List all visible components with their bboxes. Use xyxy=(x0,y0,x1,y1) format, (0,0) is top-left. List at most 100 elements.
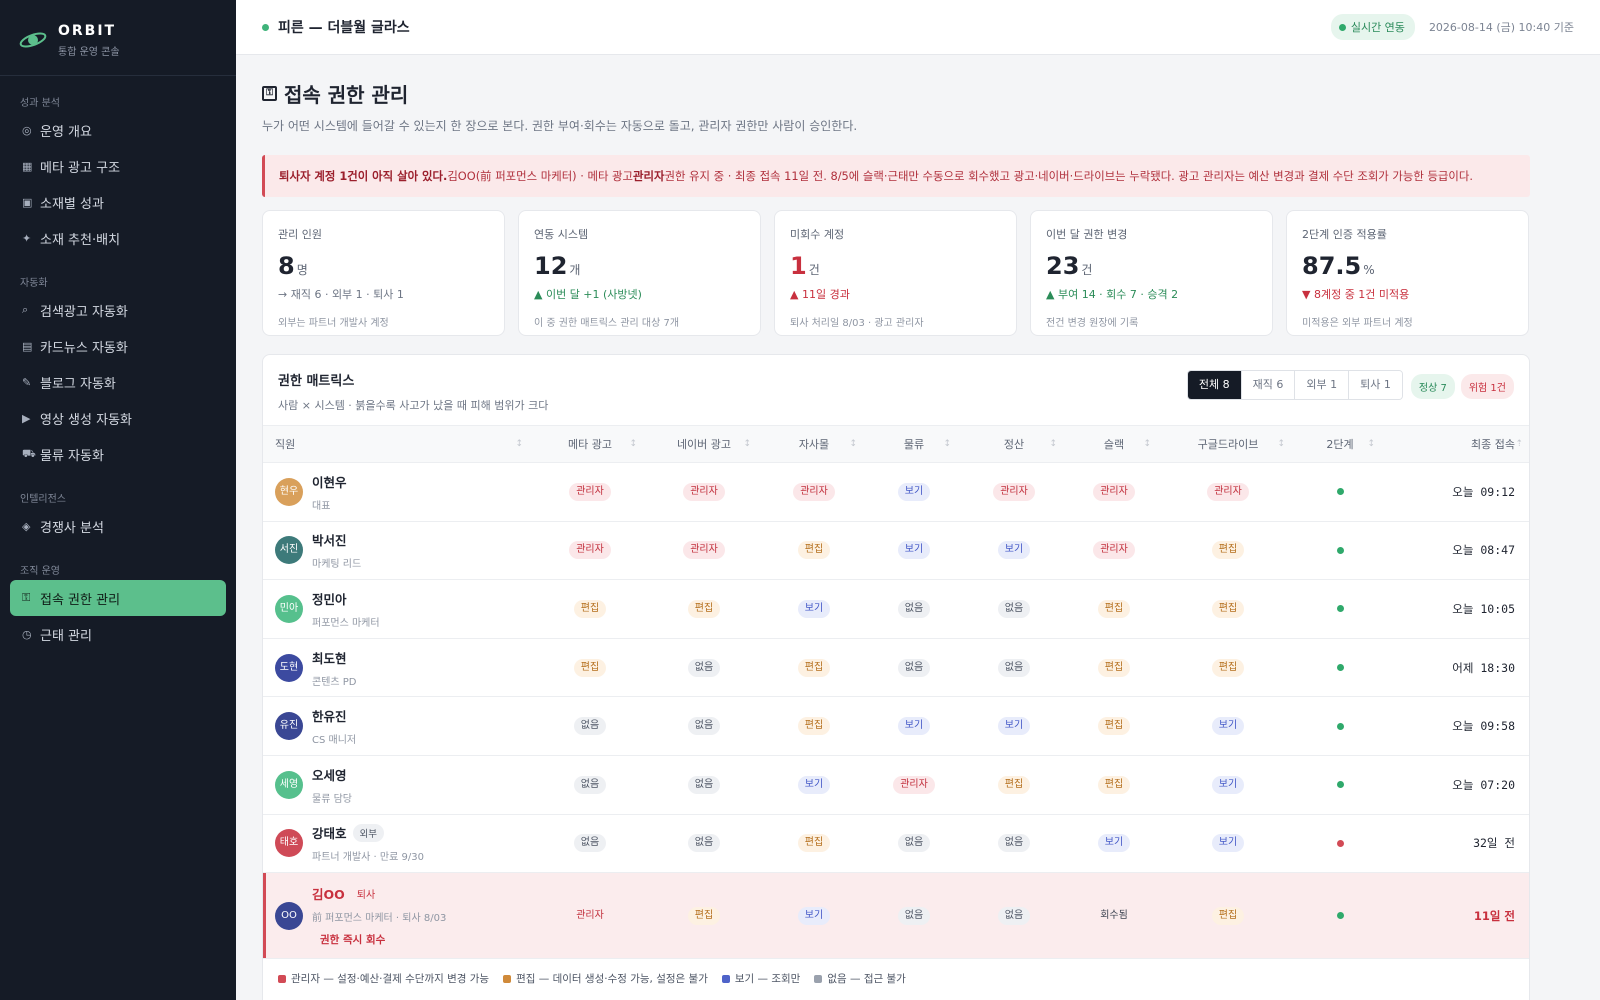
filter-tab[interactable]: 외부 1 xyxy=(1295,371,1350,399)
column-header[interactable]: 정산 ↕ xyxy=(961,426,1067,463)
sidebar-item-1-2[interactable]: ✎ 블로그 자동화 xyxy=(10,364,226,400)
permission-badge[interactable]: 없음 xyxy=(997,599,1031,618)
permission-badge[interactable]: 편집 xyxy=(573,658,607,677)
permission-badge[interactable]: 관리자 xyxy=(993,482,1035,501)
permission-badge[interactable]: 보기 xyxy=(1097,834,1131,853)
permission-badge[interactable]: 관리자 xyxy=(683,541,725,560)
permission-badge[interactable]: 없음 xyxy=(573,834,607,853)
kpi-value: 1건 xyxy=(790,252,1001,280)
permission-badge[interactable]: 편집 xyxy=(797,717,831,736)
sidebar-item-0-2[interactable]: ▣ 소재별 성과 xyxy=(10,184,226,220)
permission-badge[interactable]: 편집 xyxy=(687,599,721,618)
table-row[interactable]: 유진 한유진 CS 매니저 없음 없음 편집 보기 보기 편집 보기 오늘 09:58 xyxy=(263,697,1529,756)
employee-cell: 서진 박서진 마케팅 리드 xyxy=(263,521,533,580)
filter-tab[interactable]: 전체 8 xyxy=(1187,371,1242,399)
sidebar-item-0-3[interactable]: ✦ 소재 추천·배치 xyxy=(10,220,226,256)
permission-badge[interactable]: 편집 xyxy=(1097,717,1131,736)
sidebar-item-0-1[interactable]: ▦ 메타 광고 구조 xyxy=(10,148,226,184)
permission-badge[interactable]: 보기 xyxy=(897,717,931,736)
column-header[interactable]: 2단계 ↕ xyxy=(1295,426,1385,463)
column-header[interactable]: 슬랙 ↕ xyxy=(1067,426,1161,463)
permission-badge[interactable]: 편집 xyxy=(797,834,831,853)
sidebar-item-1-3[interactable]: ▶ 영상 생성 자동화 xyxy=(10,400,226,436)
sidebar-item-1-0[interactable]: ⌕ 검색광고 자동화 xyxy=(10,292,226,328)
permission-badge[interactable]: 편집 xyxy=(1097,775,1131,794)
sidebar-item-3-0[interactable]: ⚿ 접속 권한 관리 xyxy=(10,580,226,616)
permission-badge[interactable]: 관리자 xyxy=(893,775,935,794)
permission-badge[interactable]: 편집 xyxy=(1097,658,1131,677)
kpi-value: 23 건 xyxy=(1046,252,1257,280)
column-header[interactable]: 물류 ↕ xyxy=(867,426,961,463)
column-header[interactable]: 구글드라이브 ↕ xyxy=(1161,426,1295,463)
permission-badge[interactable]: 보기 xyxy=(1211,717,1245,736)
permission-badge[interactable]: 편집 xyxy=(573,599,607,618)
table-row[interactable]: OO 김OO 퇴사 前 퍼포먼스 마케터 · 퇴사 8/03 권한 즉시 회수 관리자 편집… xyxy=(263,872,1529,959)
permission-badge[interactable]: 없음 xyxy=(687,717,721,736)
table-row[interactable]: 태호 강태호 외부 파트너 개발사 · 만료 9/30 없음 없음 편집 없음 없음 보기 보기 32… xyxy=(263,814,1529,873)
sidebar-item-1-4[interactable]: ⛟ 물류 자동화 xyxy=(10,436,226,472)
permission-badge[interactable]: 관리자 xyxy=(569,541,611,560)
permission-badge[interactable]: 없음 xyxy=(897,658,931,677)
permission-badge[interactable]: 없음 xyxy=(897,906,931,925)
permission-badge[interactable]: 관리자 xyxy=(683,482,725,501)
table-row[interactable]: 민아 정민아 퍼포먼스 마케터 편집 편집 보기 없음 없음 편집 편집 오늘 10:05 xyxy=(263,580,1529,639)
permission-badge[interactable]: 보기 xyxy=(797,599,831,618)
permission-badge[interactable]: 없음 xyxy=(997,834,1031,853)
table-row[interactable]: 세영 오세영 물류 담당 없음 없음 보기 관리자 편집 편집 보기 오늘 07:20 xyxy=(263,755,1529,815)
permission-badge[interactable]: 편집 xyxy=(1211,541,1245,560)
permission-badge[interactable]: 보기 xyxy=(997,541,1031,560)
employee-role: 콘텐츠 PD xyxy=(312,676,357,688)
permission-badge[interactable]: 보기 xyxy=(897,482,931,501)
permission-badge[interactable]: 보기 xyxy=(797,775,831,794)
permission-badge[interactable]: 편집 xyxy=(1211,906,1245,925)
permission-badge[interactable]: 관리자 xyxy=(569,482,611,501)
table-row[interactable]: 서진 박서진 마케팅 리드 관리자 관리자 편집 보기 보기 관리자 편집 오늘 08:47 xyxy=(263,521,1529,580)
permission-badge[interactable]: 편집 xyxy=(997,775,1031,794)
sidebar-item-0-0[interactable]: ◎ 운영 개요 xyxy=(10,112,226,148)
table-row[interactable]: 도현 최도현 콘텐츠 PD 편집 없음 편집 없음 없음 편집 편집 어제 18:30 xyxy=(263,638,1529,697)
permission-badge[interactable]: 없음 xyxy=(573,775,607,794)
permission-badge[interactable]: 보기 xyxy=(897,541,931,560)
permission-badge[interactable]: 없음 xyxy=(897,834,931,853)
column-header[interactable]: 최종 접속 ⇡ xyxy=(1385,426,1529,463)
filter-tab[interactable]: 퇴사 1 xyxy=(1349,371,1402,399)
legend: 관리자 — 설정·예산·결제 수단까지 변경 가능 편집 — 데이터 생성·수정 … xyxy=(263,959,1529,998)
last-access: 오늘 10:05 xyxy=(1452,601,1515,616)
permission-badge[interactable]: 보기 xyxy=(997,717,1031,736)
permission-badge[interactable]: 관리자 xyxy=(1093,541,1135,560)
column-header[interactable]: 자사몰 ↕ xyxy=(761,426,867,463)
table-row[interactable]: 현우 이현우 대표 관리자 관리자 관리자 보기 관리자 관리자 관리자 오늘 09:12 xyxy=(263,463,1529,522)
permission-badge[interactable]: 보기 xyxy=(1211,834,1245,853)
permission-badge[interactable]: 없음 xyxy=(687,658,721,677)
permission-badge[interactable]: 편집 xyxy=(797,658,831,677)
column-header[interactable]: 네이버 광고 ↕ xyxy=(647,426,761,463)
permission-badge[interactable]: 편집 xyxy=(1211,599,1245,618)
kpi-delta: ▲ 11일 경과 xyxy=(790,288,850,301)
permission-badge[interactable]: 보기 xyxy=(1211,775,1245,794)
permission-badge[interactable]: 없음 xyxy=(687,834,721,853)
permission-badge[interactable]: 관리자 xyxy=(1207,482,1249,501)
permission-badge[interactable]: 없음 xyxy=(573,717,607,736)
permission-badge[interactable]: 없음 xyxy=(687,775,721,794)
permission-cell: 보기 xyxy=(867,463,961,522)
permission-badge[interactable]: 편집 xyxy=(1211,658,1245,677)
sidebar-item-3-1[interactable]: ◷ 근태 관리 xyxy=(10,616,226,652)
permission-badge[interactable]: 회수됨 xyxy=(1093,907,1135,925)
permission-badge[interactable]: 편집 xyxy=(1097,599,1131,618)
revoke-now-button[interactable]: 권한 즉시 회수 xyxy=(312,932,385,947)
permission-badge[interactable]: 보기 xyxy=(797,906,831,925)
permission-badge[interactable]: 없음 xyxy=(897,599,931,618)
column-header[interactable]: 직원 ↕ xyxy=(263,426,533,463)
column-header[interactable]: 메타 광고 ↕ xyxy=(533,426,647,463)
sidebar-item-2-0[interactable]: ◈ 경쟁사 분석 xyxy=(10,508,226,544)
permission-badge[interactable]: 관리자 xyxy=(1093,482,1135,501)
kpi-row: 관리 인원 8 명 → 재직 6 · 외부 1 · 퇴사 1 외부는 파트너 개발사 계… xyxy=(262,210,1530,336)
permission-badge[interactable]: 편집 xyxy=(687,906,721,925)
permission-badge[interactable]: 관리자 xyxy=(793,482,835,501)
filter-tab[interactable]: 재직 6 xyxy=(1241,371,1296,399)
permission-badge[interactable]: 편집 xyxy=(797,541,831,560)
sidebar-item-1-1[interactable]: ▤ 카드뉴스 자동화 xyxy=(10,328,226,364)
permission-badge[interactable]: 없음 xyxy=(997,658,1031,677)
permission-badge[interactable]: 없음 xyxy=(997,906,1031,925)
permission-badge[interactable]: 관리자 xyxy=(569,907,611,925)
